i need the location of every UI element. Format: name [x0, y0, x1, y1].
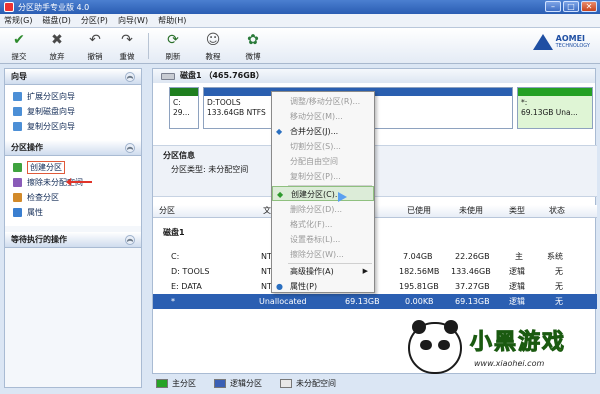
menu-item-advanced[interactable]: 高级操作(A) ▶ [272, 264, 374, 279]
partition-info: 分区信息 分区类型: 未分配空间 [153, 145, 597, 197]
menu-item-copy[interactable]: 复制分区(P)... [272, 169, 374, 184]
context-menu: 调整/移动分区(R)... 移动分区(M)... ◆ 合并分区(J)... 切割分… [271, 91, 375, 293]
commit-button[interactable]: ✔ 提交 [4, 31, 34, 62]
legend-primary: 主分区 [156, 378, 196, 389]
panda-ear [444, 320, 458, 334]
create-partition-icon [13, 163, 22, 172]
disk-icon [161, 72, 175, 80]
wizard-section: 扩展分区向导 复制磁盘向导 复制分区向导 [5, 85, 141, 140]
pending-section-header[interactable]: 等待执行的操作 ︽ [5, 232, 141, 248]
maximize-button[interactable]: □ [563, 1, 579, 12]
undo-button[interactable]: ↶ 撤销 [80, 31, 110, 62]
toolbar: ✔ 提交 ✖ 放弃 ↶ 撤销 ↷ 重做 ⟳ 刷新 ☺ 教程 ✿ 微博 AOMEI… [0, 28, 600, 64]
menu-partition[interactable]: 分区(P) [81, 15, 108, 26]
menu-disk[interactable]: 磁盘(D) [42, 15, 70, 26]
watermark: 小黑游戏 www.xiaohei.com [408, 318, 594, 376]
merge-icon: ◆ [276, 127, 283, 136]
menu-item-create-partition[interactable]: ◆ 创建分区(C)... [272, 186, 374, 201]
collapse-icon[interactable]: ︽ [125, 72, 135, 82]
menu-item-delete[interactable]: 删除分区(D)... [272, 202, 374, 217]
sidebar-item-check-partition[interactable]: 检查分区 [13, 190, 141, 205]
legend-unallocated: 未分配空间 [280, 378, 336, 389]
weibo-button[interactable]: ✿ 微博 [238, 31, 268, 62]
panda-eye [420, 340, 432, 350]
logo-triangle-icon [532, 34, 553, 50]
disk-group-label: 磁盘1 [163, 228, 185, 237]
sidebar-item-copy-disk-wizard[interactable]: 复制磁盘向导 [13, 104, 141, 119]
legend-logical: 逻辑分区 [214, 378, 262, 389]
discard-icon: ✖ [51, 32, 63, 48]
properties-icon: ● [276, 282, 283, 291]
collapse-icon[interactable]: ︽ [125, 143, 135, 153]
wizard-icon [13, 92, 22, 101]
weibo-icon: ✿ [247, 32, 259, 48]
table-row[interactable]: D: TOOLS NT 182.56MB 133.46GB 逻辑 无 [153, 264, 597, 279]
check-icon [13, 193, 22, 202]
redo-icon: ↷ [121, 32, 133, 48]
table-header: 分区 文 已使用 未使用 类型 状态 [153, 205, 597, 218]
menu-item-resize-move[interactable]: 调整/移动分区(R)... [272, 94, 374, 109]
menu-item-split[interactable]: 切割分区(S)... [272, 139, 374, 154]
panda-mascot-icon [408, 320, 462, 374]
sidebar-item-create-partition[interactable]: 创建分区 [13, 160, 141, 175]
partition-strip [518, 88, 592, 96]
menu-help[interactable]: 帮助(H) [158, 15, 186, 26]
partition-strip [170, 88, 198, 96]
watermark-url: www.xiaohei.com [474, 359, 545, 368]
partition-bar-unallocated[interactable]: *: 69.13GB Una... [517, 87, 593, 129]
create-partition-icon: ◆ [277, 190, 284, 199]
legend: 主分区 逻辑分区 未分配空间 [152, 376, 596, 390]
toolbar-separator [148, 33, 149, 59]
panda-ear [412, 320, 426, 334]
title-bar: 分区助手专业版 4.0 – □ ✕ [0, 0, 600, 14]
menu-bar: 常规(G) 磁盘(D) 分区(P) 向导(W) 帮助(H) [0, 14, 600, 28]
refresh-button[interactable]: ⟳ 刷新 [158, 31, 188, 62]
tutorial-icon: ☺ [205, 32, 221, 48]
refresh-icon: ⟳ [167, 32, 179, 48]
menu-item-format[interactable]: 格式化(F)... [272, 217, 374, 232]
wipe-icon [13, 178, 22, 187]
wizard-section-header[interactable]: 向导 ︽ [5, 69, 141, 85]
table-row[interactable]: C: NT 7.04GB 22.26GB 主 系统 [153, 249, 597, 264]
menu-general[interactable]: 常规(G) [4, 15, 32, 26]
partition-bar-c[interactable]: C: 29... [169, 87, 199, 129]
undo-icon: ↶ [89, 32, 101, 48]
sidebar-item-copy-partition-wizard[interactable]: 复制分区向导 [13, 119, 141, 134]
checkmark-icon: ✔ [13, 32, 25, 48]
watermark-text: 小黑游戏 [469, 330, 567, 356]
sidebar-item-properties[interactable]: 属性 [13, 205, 141, 220]
app-icon [4, 2, 14, 12]
redo-button[interactable]: ↷ 重做 [112, 31, 142, 62]
close-button[interactable]: ✕ [581, 1, 597, 12]
aomei-logo: AOMEI TECHNOLOGY [532, 34, 590, 50]
mouse-cursor-icon [338, 192, 347, 202]
window-title: 分区助手专业版 4.0 [18, 2, 90, 12]
annotation-arrow-icon [66, 178, 92, 186]
wizard-icon [13, 107, 22, 116]
menu-item-allocate-free[interactable]: 分配自由空间 [272, 154, 374, 169]
discard-button[interactable]: ✖ 放弃 [42, 31, 72, 62]
collapse-icon[interactable]: ︽ [125, 235, 135, 245]
menu-item-merge[interactable]: ◆ 合并分区(J)... [272, 124, 374, 139]
minimize-button[interactable]: – [545, 1, 561, 12]
table-row-selected[interactable]: * Unallocated 69.13GB 0.00KB 69.13GB 逻辑 … [153, 294, 597, 309]
tutorial-button[interactable]: ☺ 教程 [198, 31, 228, 62]
properties-icon [13, 208, 22, 217]
menu-item-wipe[interactable]: 擦除分区(W)... [272, 247, 374, 262]
operations-section-header[interactable]: 分区操作 ︽ [5, 140, 141, 156]
menu-item-move[interactable]: 移动分区(M)... [272, 109, 374, 124]
submenu-arrow-icon: ▶ [362, 267, 368, 275]
panda-eye [438, 340, 450, 350]
operations-section: 创建分区 擦除未分配空间 检查分区 属性 [5, 156, 141, 226]
table-row[interactable]: E: DATA NT 195.81GB 37.27GB 逻辑 无 [153, 279, 597, 294]
menu-item-set-label[interactable]: 设置卷标(L)... [272, 232, 374, 247]
menu-item-properties[interactable]: ● 属性(P) [272, 279, 374, 294]
menu-wizard[interactable]: 向导(W) [118, 15, 148, 26]
wizard-icon [13, 122, 22, 131]
left-panel: 向导 ︽ 扩展分区向导 复制磁盘向导 复制分区向导 分区操作 ︽ 创建分区 擦除… [4, 68, 142, 388]
disk-header: 磁盘1 （465.76GB） [153, 69, 595, 83]
sidebar-item-extend-wizard[interactable]: 扩展分区向导 [13, 89, 141, 104]
